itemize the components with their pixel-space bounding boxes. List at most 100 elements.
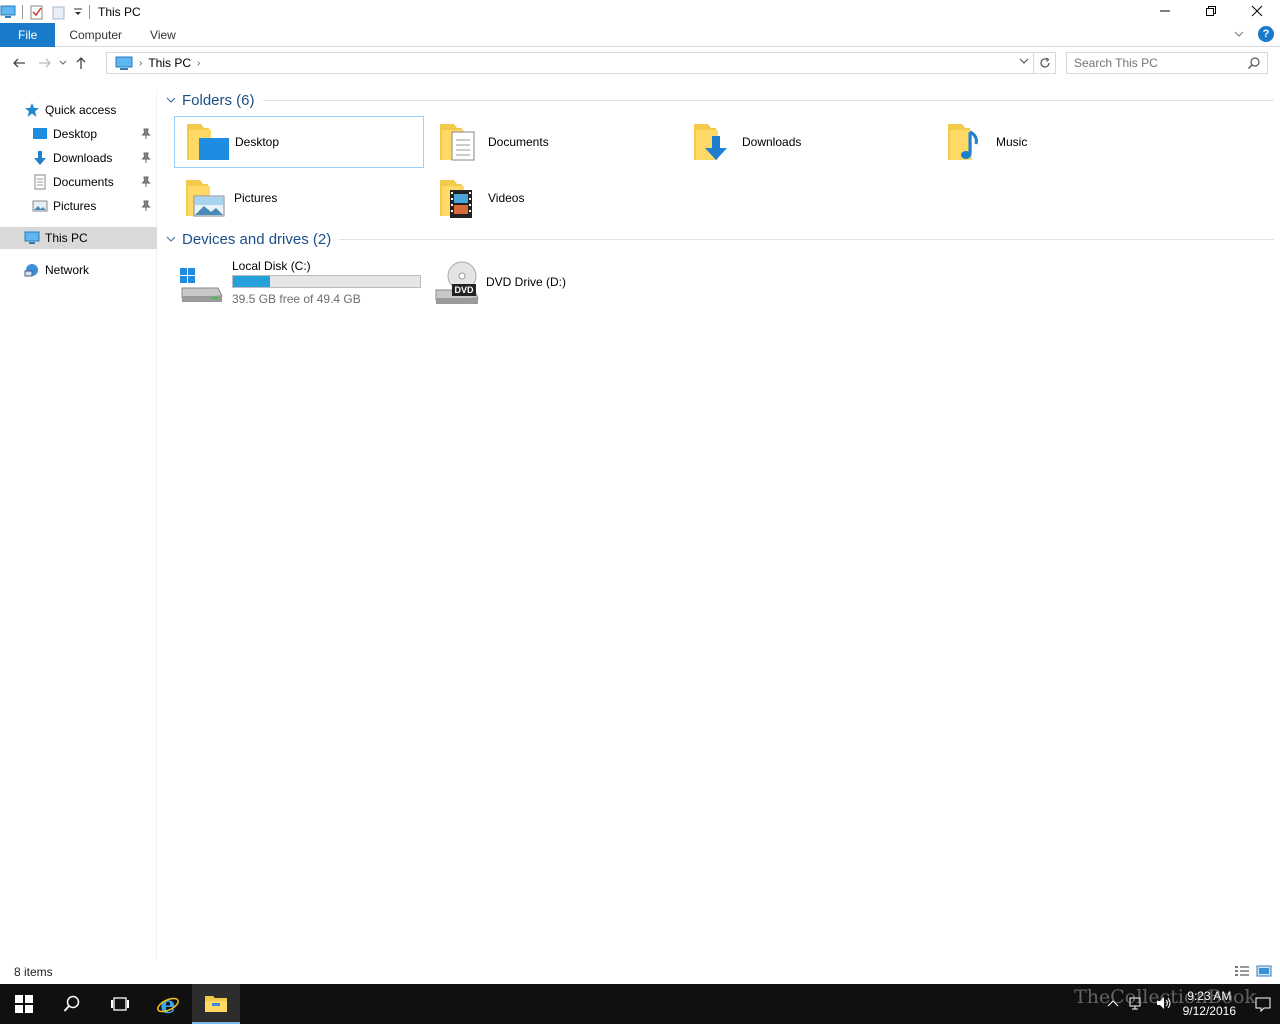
back-arrow-icon — [13, 58, 25, 68]
file-explorer-button[interactable] — [192, 984, 240, 1024]
search-box[interactable] — [1066, 52, 1268, 74]
folder-desktop[interactable]: Desktop — [174, 116, 424, 168]
expand-ribbon-icon[interactable] — [1234, 29, 1244, 39]
drive-dvd-d[interactable]: DVD DVD Drive (D:) — [432, 254, 566, 310]
folder-downloads[interactable]: Downloads — [682, 116, 932, 168]
collapse-chevron-icon[interactable] — [166, 95, 176, 105]
drive-usage-bar — [232, 274, 421, 288]
nav-network[interactable]: Network — [0, 259, 157, 281]
folder-documents[interactable]: Documents — [428, 116, 678, 168]
chevron-right-icon[interactable]: › — [197, 58, 200, 69]
nav-pinned-label: Downloads — [53, 151, 113, 165]
divider — [89, 4, 90, 19]
address-history-dropdown[interactable] — [1019, 56, 1029, 69]
folder-label: Music — [996, 135, 1028, 149]
large-icons-view-icon[interactable] — [1256, 965, 1272, 977]
pin-icon[interactable] — [141, 152, 151, 164]
view-toggle — [1234, 965, 1272, 977]
nav-pinned-pictures[interactable]: Pictures — [0, 195, 157, 217]
nav-this-pc-label: This PC — [45, 231, 88, 245]
pictures-icon — [32, 198, 48, 214]
notification-icon — [1255, 997, 1271, 1012]
nav-quick-access[interactable]: Quick access — [0, 99, 157, 121]
minimize-icon — [1160, 10, 1170, 12]
customize-toolbar-icon[interactable] — [73, 4, 83, 20]
clock-date: 9/12/2016 — [1182, 1004, 1236, 1018]
svg-text:e: e — [160, 992, 175, 1016]
internet-explorer-button[interactable]: e — [144, 984, 192, 1024]
nav-pinned-downloads[interactable]: Downloads — [0, 147, 157, 169]
chevron-down-icon — [1019, 58, 1029, 64]
tab-file[interactable]: File — [0, 22, 56, 47]
pin-icon[interactable] — [141, 128, 151, 140]
network-status[interactable] — [1129, 995, 1147, 1014]
close-button[interactable] — [1234, 0, 1280, 22]
system-tray: 9:23 AM 9/12/2016 — [1107, 984, 1280, 1024]
pin-icon[interactable] — [141, 200, 151, 212]
internet-explorer-icon: e — [157, 992, 179, 1016]
tab-view[interactable]: View — [136, 23, 190, 47]
nav-pinned-desktop[interactable]: Desktop — [0, 123, 157, 145]
music-folder-icon — [944, 118, 992, 166]
nav-pinned-label: Desktop — [53, 127, 98, 141]
show-hidden-icons[interactable] — [1107, 997, 1119, 1011]
restore-button[interactable] — [1188, 0, 1234, 22]
forward-button[interactable] — [34, 52, 56, 74]
breadcrumb-this-pc[interactable]: This PC — [148, 56, 191, 70]
speaker-icon — [1156, 996, 1171, 1009]
drives-group-header[interactable]: Devices and drives (2) — [166, 228, 1274, 250]
documents-icon — [32, 174, 48, 190]
divider — [22, 4, 23, 19]
svg-text:DVD: DVD — [454, 285, 474, 295]
restore-icon — [1206, 6, 1216, 16]
search-icon[interactable] — [1247, 56, 1261, 70]
refresh-button[interactable] — [1034, 52, 1056, 74]
up-button[interactable] — [70, 52, 92, 74]
folder-pictures[interactable]: Pictures — [174, 172, 424, 224]
this-pc-icon[interactable] — [0, 4, 16, 20]
tab-computer[interactable]: Computer — [55, 23, 136, 47]
properties-icon[interactable] — [29, 4, 45, 20]
item-count: 8 items — [14, 965, 53, 979]
drive-local-disk-c[interactable]: Local Disk (C:) 39.5 GB free of 49.4 GB — [178, 254, 421, 310]
taskbar: e 9:23 AM 9/12/2016 TheCollectionBook — [0, 984, 1280, 1024]
chevron-right-icon[interactable]: › — [139, 58, 142, 69]
downloads-icon — [32, 150, 48, 166]
refresh-icon — [1039, 57, 1050, 68]
documents-folder-icon — [436, 118, 484, 166]
clock[interactable]: 9:23 AM 9/12/2016 — [1183, 989, 1236, 1019]
address-bar[interactable]: › This PC › — [106, 52, 1034, 74]
search-taskbar-button[interactable] — [48, 984, 96, 1024]
nav-quick-access-label: Quick access — [45, 103, 117, 117]
recent-locations-button[interactable] — [56, 52, 70, 74]
search-input[interactable] — [1074, 53, 1244, 73]
help-icon[interactable]: ? — [1258, 26, 1274, 42]
volume-control[interactable] — [1155, 995, 1173, 1014]
folders-group-header[interactable]: Folders (6) — [166, 89, 1274, 111]
clock-time: 9:23 AM — [1187, 989, 1232, 1003]
minimize-button[interactable] — [1142, 0, 1188, 22]
action-center-button[interactable] — [1246, 984, 1280, 1024]
videos-folder-icon — [436, 174, 484, 222]
pin-icon[interactable] — [141, 176, 151, 188]
folder-label: Downloads — [742, 135, 802, 149]
window-title: This PC — [98, 4, 141, 19]
nav-pinned-documents[interactable]: Documents — [0, 171, 157, 193]
this-pc-icon — [24, 230, 40, 246]
new-folder-icon[interactable] — [51, 4, 67, 20]
details-view-icon[interactable] — [1234, 965, 1250, 977]
folder-label: Pictures — [234, 191, 278, 205]
quick-access-toolbar: This PC — [0, 0, 141, 23]
nav-this-pc[interactable]: This PC — [0, 227, 157, 249]
start-button[interactable] — [0, 984, 48, 1024]
hard-drive-icon — [178, 258, 226, 306]
task-view-button[interactable] — [96, 984, 144, 1024]
folder-videos[interactable]: Videos — [428, 172, 678, 224]
ribbon-right-controls: ? — [1234, 26, 1274, 42]
file-explorer-icon — [205, 996, 227, 1012]
folder-music[interactable]: Music — [936, 116, 1186, 168]
back-button[interactable] — [8, 52, 30, 74]
downloads-folder-icon — [690, 118, 738, 166]
collapse-chevron-icon[interactable] — [166, 234, 176, 244]
chevron-up-icon — [1107, 1000, 1118, 1007]
